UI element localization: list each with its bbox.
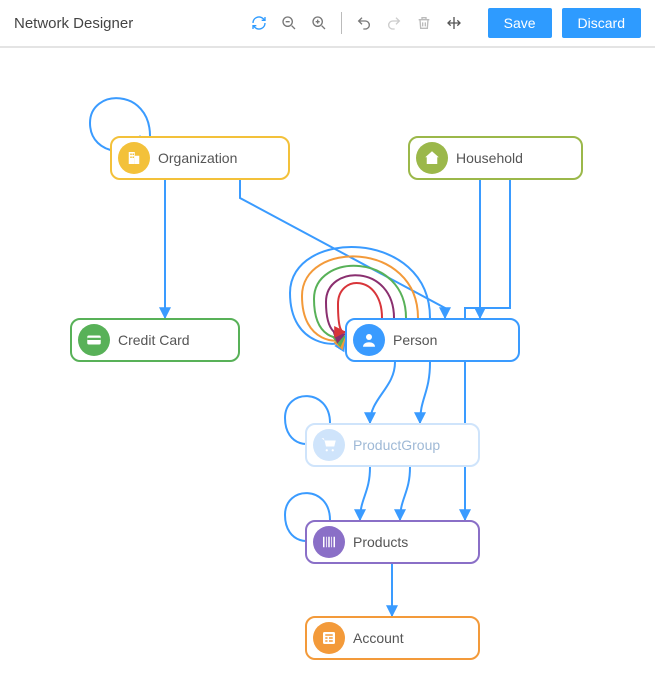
ledger-icon	[313, 622, 345, 654]
refresh-icon[interactable]	[251, 15, 267, 31]
discard-button[interactable]: Discard	[562, 8, 641, 38]
node-account[interactable]: Account	[305, 616, 480, 660]
node-label: Products	[353, 534, 408, 550]
zoom-out-icon[interactable]	[281, 15, 297, 31]
toolbar: Network Designer Save Discard	[0, 0, 655, 48]
redo-icon[interactable]	[386, 15, 402, 31]
save-button[interactable]: Save	[488, 8, 552, 38]
diagram-canvas[interactable]: Organization Household Credit Card Perso…	[0, 48, 655, 680]
node-label: Person	[393, 332, 437, 348]
undo-icon[interactable]	[356, 15, 372, 31]
node-products[interactable]: Products	[305, 520, 480, 564]
cart-icon	[313, 429, 345, 461]
tool-icons	[251, 12, 462, 34]
node-household[interactable]: Household	[408, 136, 583, 180]
home-icon	[416, 142, 448, 174]
node-label: Credit Card	[118, 332, 190, 348]
fit-icon[interactable]	[446, 15, 462, 31]
node-label: Organization	[158, 150, 237, 166]
person-icon	[353, 324, 385, 356]
page-title: Network Designer	[14, 15, 133, 32]
node-label: ProductGroup	[353, 437, 440, 453]
toolbar-divider	[341, 12, 342, 34]
node-label: Household	[456, 150, 523, 166]
node-product-group[interactable]: ProductGroup	[305, 423, 480, 467]
node-person[interactable]: Person	[345, 318, 520, 362]
node-organization[interactable]: Organization	[110, 136, 290, 180]
card-icon	[78, 324, 110, 356]
barcode-icon	[313, 526, 345, 558]
node-credit-card[interactable]: Credit Card	[70, 318, 240, 362]
building-icon	[118, 142, 150, 174]
delete-icon[interactable]	[416, 15, 432, 31]
zoom-in-icon[interactable]	[311, 15, 327, 31]
node-label: Account	[353, 630, 404, 646]
